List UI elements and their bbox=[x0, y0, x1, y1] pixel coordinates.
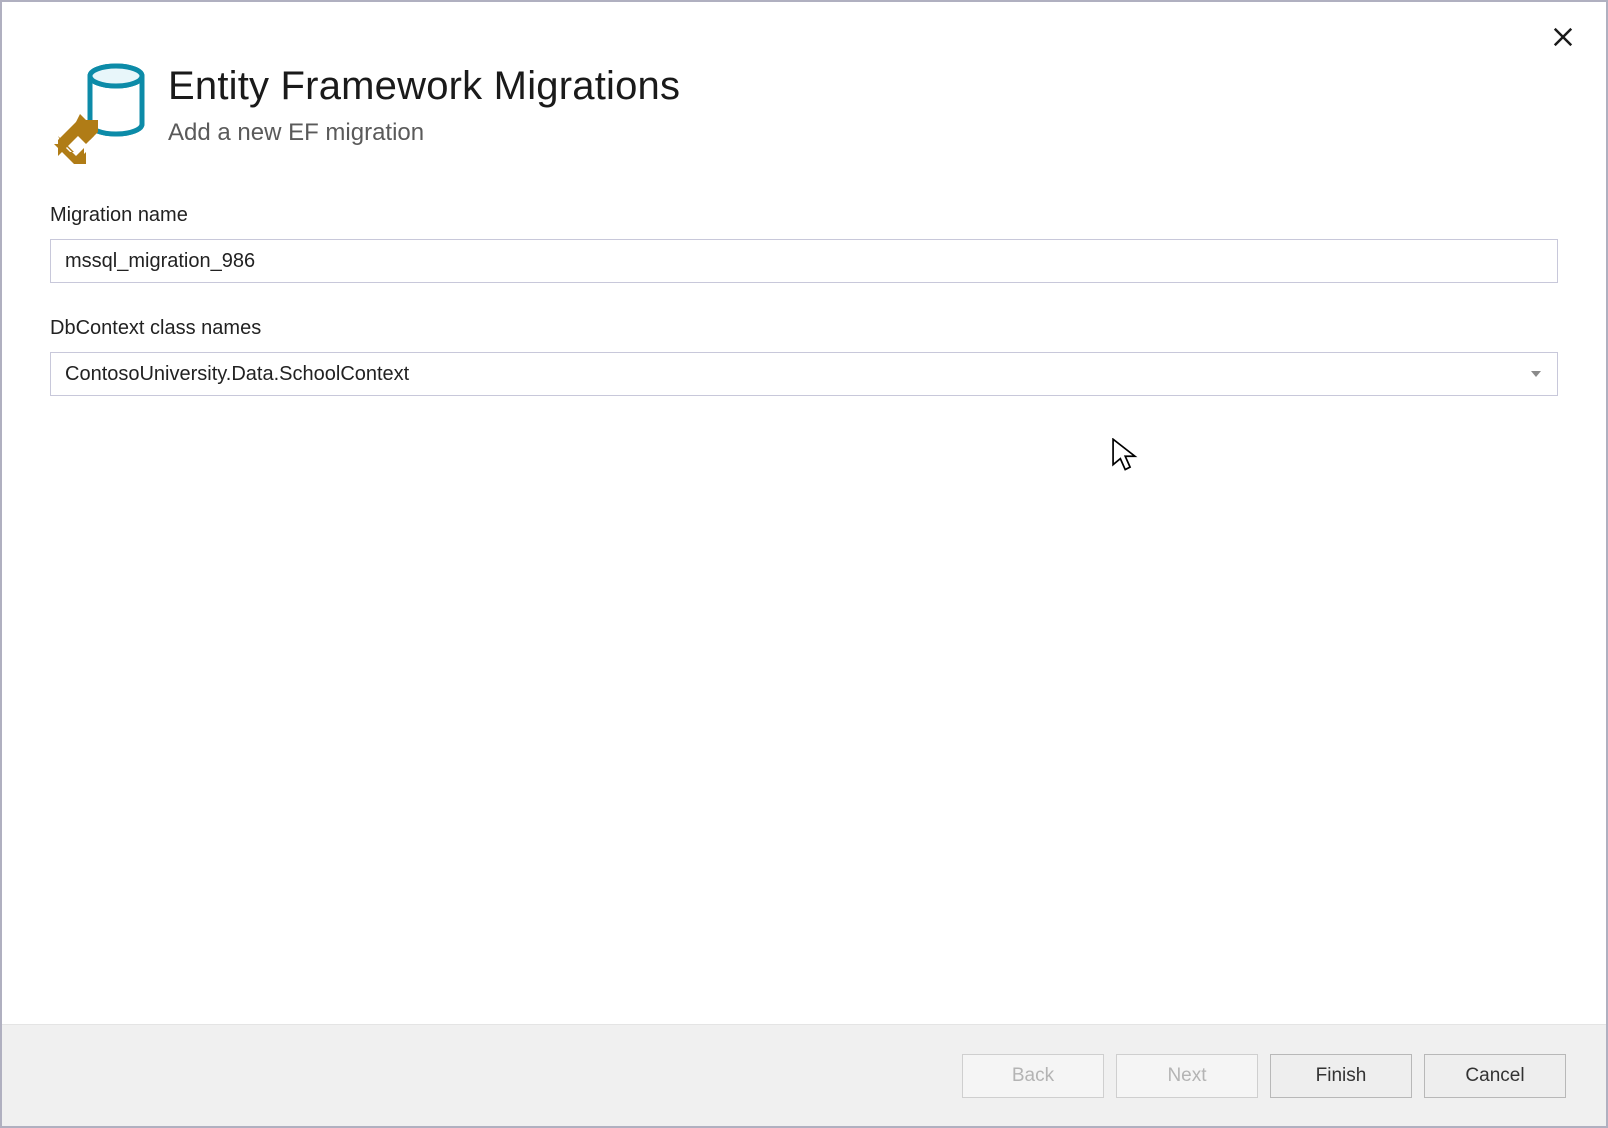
finish-button[interactable]: Finish bbox=[1270, 1054, 1412, 1098]
migration-name-input[interactable] bbox=[50, 239, 1558, 283]
chevron-down-icon bbox=[1531, 371, 1541, 377]
back-button: Back bbox=[962, 1054, 1104, 1098]
migration-name-field: Migration name bbox=[50, 204, 1558, 283]
dialog-subtitle: Add a new EF migration bbox=[168, 119, 680, 147]
dialog-footer: Back Next Finish Cancel bbox=[2, 1024, 1606, 1126]
dbcontext-field: DbContext class names ContosoUniversity.… bbox=[50, 317, 1558, 396]
dbcontext-selected-value: ContosoUniversity.Data.SchoolContext bbox=[65, 363, 409, 386]
dialog-window: Entity Framework Migrations Add a new EF… bbox=[0, 0, 1608, 1128]
dialog-title: Entity Framework Migrations bbox=[168, 64, 680, 109]
dbcontext-combo[interactable]: ContosoUniversity.Data.SchoolContext bbox=[50, 352, 1558, 396]
ef-migration-icon bbox=[50, 58, 146, 168]
dialog-body: Migration name DbContext class names Con… bbox=[2, 184, 1606, 1024]
cancel-button[interactable]: Cancel bbox=[1424, 1054, 1566, 1098]
dbcontext-label: DbContext class names bbox=[50, 317, 1558, 340]
migration-name-label: Migration name bbox=[50, 204, 1558, 227]
close-icon bbox=[1552, 26, 1574, 48]
close-button[interactable] bbox=[1546, 20, 1580, 54]
dialog-header: Entity Framework Migrations Add a new EF… bbox=[2, 2, 1606, 184]
next-button: Next bbox=[1116, 1054, 1258, 1098]
